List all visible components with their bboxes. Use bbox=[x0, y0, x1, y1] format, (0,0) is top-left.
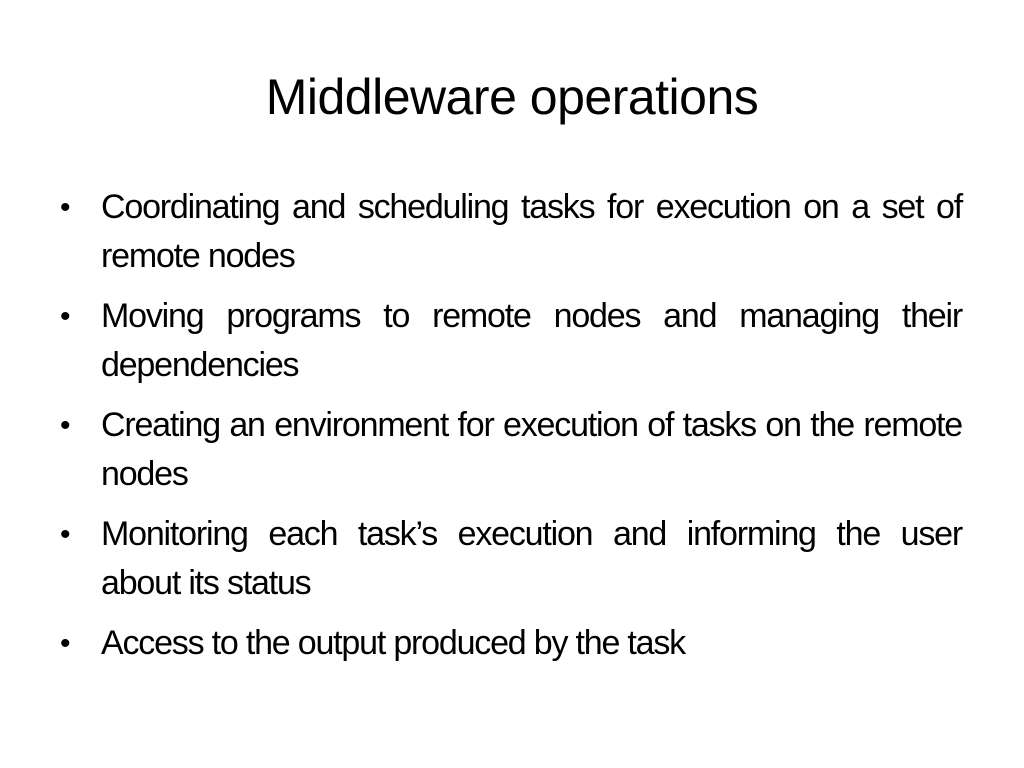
bullet-icon: • bbox=[60, 191, 71, 224]
bullet-item: • Creating an environment for execution … bbox=[60, 401, 963, 499]
bullet-icon: • bbox=[60, 518, 71, 551]
bullet-item: • Moving programs to remote nodes and ma… bbox=[60, 292, 963, 390]
bullet-icon: • bbox=[60, 627, 71, 660]
slide-title: Middleware operations bbox=[265, 69, 759, 125]
bullet-text: Moving programs to remote nodes and mana… bbox=[101, 297, 963, 384]
slide: Middleware operations • Coordinating and… bbox=[0, 0, 1024, 768]
bullet-item: • Access to the output produced by the t… bbox=[60, 619, 962, 668]
bullet-text: Monitoring each task’s execution and inf… bbox=[101, 515, 963, 602]
bullet-icon: • bbox=[60, 300, 71, 333]
bullet-item: • Coordinating and scheduling tasks for … bbox=[60, 183, 963, 281]
bullet-text: Creating an environment for execution of… bbox=[101, 406, 963, 493]
bullet-text: Access to the output produced by the tas… bbox=[101, 624, 686, 662]
bullet-icon: • bbox=[60, 409, 71, 442]
bullet-item: • Monitoring each task’s execution and i… bbox=[60, 510, 963, 608]
bullet-text: Coordinating and scheduling tasks for ex… bbox=[101, 188, 963, 275]
bullet-list: • Coordinating and scheduling tasks for … bbox=[60, 183, 963, 679]
